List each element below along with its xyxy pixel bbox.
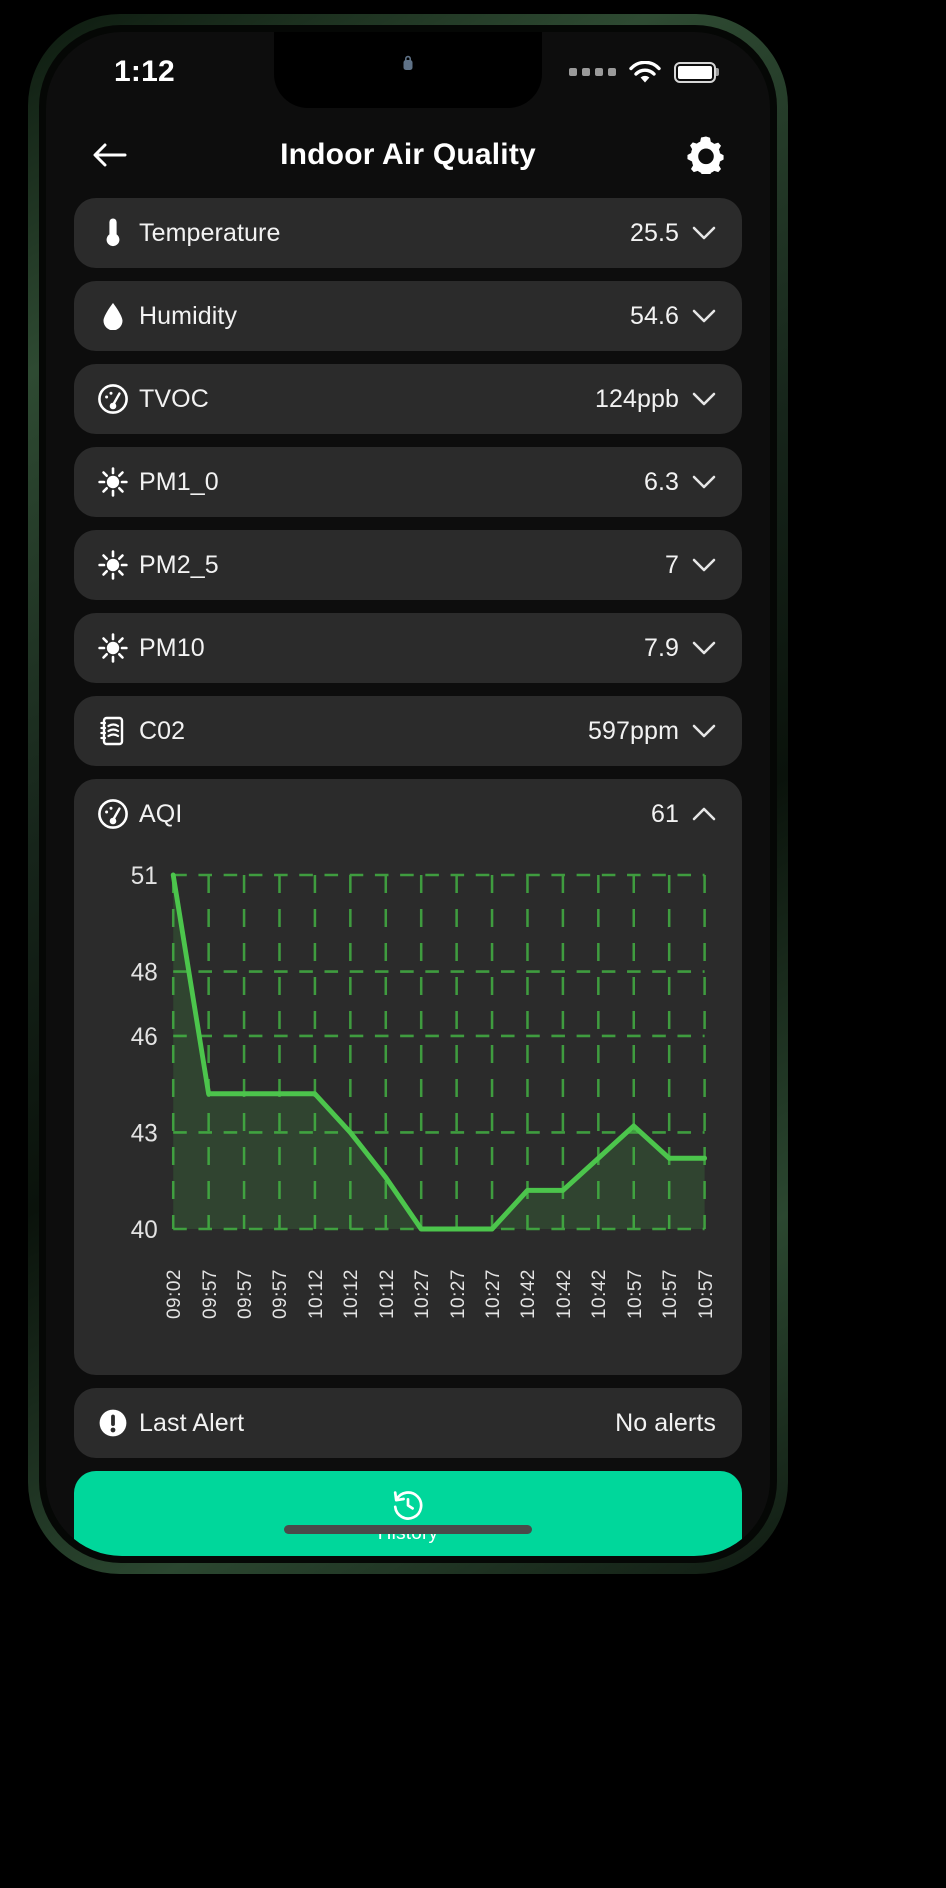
battery-full-icon [674,61,719,83]
chart-x-tick-label: 10:57 [695,1269,717,1320]
gauge-icon [96,799,130,829]
chart-x-tick-label: 10:12 [341,1269,363,1320]
chevron-down-icon[interactable] [692,226,716,241]
signal-dots-icon [569,68,616,76]
phone-frame: 1:12 Indoor Air Quality Temperature 25.5… [28,14,788,1574]
sensor-label: Temperature [139,218,281,247]
sensor-card-aqi: AQI 61 40 43 46 48 51 09:02 09:57 09:57 … [74,779,742,1375]
chevron-down-icon[interactable] [692,475,716,490]
screenshot-stage: 1:12 Indoor Air Quality Temperature 25.5… [0,0,946,1888]
sensor-value: 7 [664,550,679,579]
sensor-list: Temperature 25.5 Humidity 54.6 TVOC 124p… [46,198,770,1556]
arrow-left-icon [93,143,127,167]
thermometer-icon [96,218,130,248]
svg-text:51: 51 [131,863,158,890]
sensor-row-temperature[interactable]: Temperature 25.5 [74,198,742,268]
sensor-row-tvoc[interactable]: TVOC 124ppb [74,364,742,434]
particle-icon [96,467,130,497]
exclamation-circle-icon [96,1408,130,1438]
water-drop-icon [96,302,130,330]
face-sensor-icon [403,55,413,70]
sensor-label: PM2_5 [139,550,219,579]
phone-bezel: 1:12 Indoor Air Quality Temperature 25.5… [39,25,777,1563]
chart-x-tick-label: 10:42 [553,1269,575,1320]
chart-x-tick-label: 09:57 [199,1269,221,1320]
chart-x-tick-label: 10:12 [305,1269,327,1320]
chart-x-tick-label: 10:42 [589,1269,611,1320]
chevron-down-icon[interactable] [692,641,716,656]
sensor-label: AQI [139,799,183,828]
sensor-value: 124ppb [594,384,679,413]
svg-text:48: 48 [131,959,158,986]
svg-text:43: 43 [131,1120,158,1147]
chevron-down-icon[interactable] [692,392,716,407]
chart-x-tick-label: 10:12 [376,1269,398,1320]
sensor-row-co2[interactable]: C02 597ppm [74,696,742,766]
sensor-label: PM10 [139,633,205,662]
chevron-up-icon[interactable] [692,807,716,822]
chart-x-tick-label: 09:57 [270,1269,292,1320]
status-indicators [569,60,719,84]
chart-x-tick-label: 09:02 [164,1269,186,1320]
sensor-label: PM1_0 [139,467,219,496]
chevron-down-icon[interactable] [692,724,716,739]
sensor-label: Humidity [139,301,238,330]
last-alert-value: No alerts [615,1408,716,1437]
chart-x-tick-label: 10:57 [660,1269,682,1320]
sensor-value: 6.3 [643,467,679,496]
notch [274,32,542,108]
status-time: 1:12 [114,55,175,88]
last-alert-row: Last Alert No alerts [74,1388,742,1458]
chart-y-axis-labels: 40 43 46 48 51 [131,863,158,1244]
chart-area-fill [173,875,705,1229]
page-title: Indoor Air Quality [280,138,536,171]
chart-x-tick-label: 10:57 [624,1269,646,1320]
sensor-label: C02 [139,716,186,745]
chart-x-tick-label: 10:42 [518,1269,540,1320]
aqi-chart-svg: 40 43 46 48 51 [131,863,708,1244]
gauge-icon [96,384,130,414]
app-header: Indoor Air Quality [46,112,770,198]
aqi-chart: 40 43 46 48 51 [84,849,724,1269]
home-indicator[interactable] [284,1525,532,1534]
back-button[interactable] [88,133,132,177]
chart-x-axis-labels: 09:02 09:57 09:57 09:57 10:12 10:12 10:12 10:27… [84,1269,724,1361]
chevron-down-icon[interactable] [692,309,716,324]
sensor-row-humidity[interactable]: Humidity 54.6 [74,281,742,351]
phone-screen: 1:12 Indoor Air Quality Temperature 25.5… [46,32,770,1556]
chart-x-tick-label: 10:27 [412,1269,434,1320]
sensor-row-pm10[interactable]: PM10 7.9 [74,613,742,683]
sensor-label: TVOC [139,384,209,413]
gear-icon [687,136,724,174]
last-alert-label: Last Alert [139,1408,245,1437]
chart-x-tick-label: 09:57 [235,1269,257,1320]
sensor-row-pm2-5[interactable]: PM2_5 7 [74,530,742,600]
chevron-down-icon[interactable] [692,558,716,573]
sensor-value: 597ppm [588,716,679,745]
settings-button[interactable] [684,133,728,177]
chart-x-tick-label: 10:27 [483,1269,505,1320]
wifi-icon [629,60,661,82]
particle-icon [96,550,130,580]
sensor-value: 7.9 [643,633,679,662]
co2-icon [96,716,130,746]
sensor-value: 61 [650,799,679,828]
sensor-value: 25.5 [629,218,679,247]
sensor-row-pm1-0[interactable]: PM1_0 6.3 [74,447,742,517]
history-button[interactable]: History [74,1471,742,1556]
history-clock-icon [393,1491,423,1520]
sensor-value: 54.6 [629,301,679,330]
sensor-row-aqi[interactable]: AQI 61 [74,779,742,849]
particle-icon [96,633,130,663]
svg-text:46: 46 [131,1024,158,1051]
svg-text:40: 40 [131,1217,158,1244]
chart-x-tick-label: 10:27 [447,1269,469,1320]
